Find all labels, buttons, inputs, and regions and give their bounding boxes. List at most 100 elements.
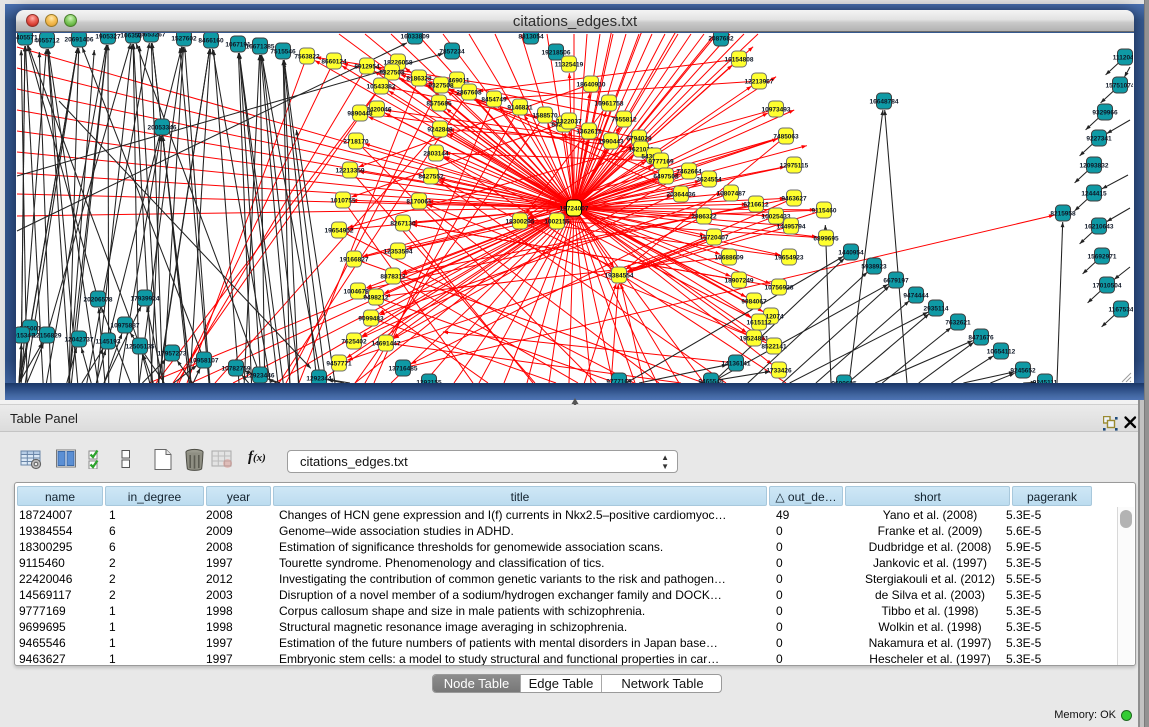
svg-text:10975887: 10975887: [111, 323, 140, 330]
svg-text:2803144: 2803144: [423, 151, 449, 158]
svg-text:7515546: 7515546: [270, 49, 296, 56]
svg-text:14136141: 14136141: [722, 361, 751, 368]
svg-text:15692971: 15692971: [1088, 254, 1117, 261]
svg-text:17957273: 17957273: [158, 351, 187, 358]
svg-text:7485063: 7485063: [773, 134, 799, 141]
svg-text:9227341: 9227341: [1086, 136, 1112, 143]
svg-text:3624554: 3624554: [696, 177, 722, 184]
svg-text:8267130: 8267130: [390, 221, 416, 228]
svg-text:1244415: 1244415: [1081, 191, 1107, 198]
svg-text:2087682: 2087682: [708, 36, 734, 43]
svg-text:12042737: 12042737: [65, 337, 94, 344]
svg-text:20364436: 20364436: [667, 192, 696, 199]
svg-text:8522141: 8522141: [761, 344, 787, 351]
svg-text:19654923: 19654923: [775, 255, 804, 262]
svg-text:9099483: 9099483: [358, 316, 384, 323]
svg-text:16154808: 16154808: [725, 57, 754, 64]
svg-text:1362615: 1362615: [576, 129, 602, 136]
svg-text:7625402: 7625402: [341, 339, 367, 346]
svg-text:1733426: 1733426: [766, 368, 792, 375]
svg-text:10807487: 10807487: [717, 191, 746, 198]
svg-text:1527602: 1527602: [171, 36, 197, 43]
svg-text:1990443: 1990443: [598, 139, 624, 146]
svg-text:14495794: 14495794: [777, 224, 806, 231]
svg-text:1588570: 1588570: [532, 113, 558, 120]
svg-text:6679197: 6679197: [883, 278, 909, 285]
svg-text:5938923: 5938923: [861, 264, 887, 271]
svg-text:2986322: 2986322: [691, 214, 717, 221]
svg-text:19384554: 19384554: [605, 273, 634, 280]
svg-text:1167534: 1167534: [1109, 307, 1133, 314]
svg-text:9329966: 9329966: [1092, 110, 1118, 117]
svg-text:12353594: 12353594: [384, 249, 413, 256]
svg-text:10756928: 10756928: [765, 285, 794, 292]
svg-text:7955812: 7955812: [611, 117, 637, 124]
svg-text:10782759: 10782759: [222, 366, 251, 373]
svg-text:20206578: 20206578: [84, 297, 113, 304]
svg-text:8427552: 8427552: [418, 174, 444, 181]
svg-text:10654112: 10654112: [987, 349, 1016, 356]
svg-text:7632621: 7632621: [945, 320, 971, 327]
svg-text:20053346: 20053346: [148, 125, 177, 132]
svg-text:7462664: 7462664: [676, 169, 702, 176]
svg-text:9115460: 9115460: [812, 208, 837, 215]
svg-text:1002155: 1002155: [544, 219, 570, 226]
svg-text:9463627: 9463627: [781, 196, 807, 203]
svg-text:12213967: 12213967: [745, 79, 774, 86]
svg-text:8471676: 8471676: [968, 335, 994, 342]
svg-text:13716485: 13716485: [389, 366, 418, 373]
svg-text:10973493: 10973493: [762, 107, 791, 114]
svg-text:6216612: 6216612: [743, 202, 769, 209]
svg-text:2935114: 2935114: [924, 306, 949, 313]
svg-text:18300295: 18300295: [506, 219, 535, 226]
svg-text:8170061: 8170061: [406, 199, 432, 206]
svg-text:17939924: 17939924: [131, 296, 160, 303]
svg-text:7563822: 7563822: [294, 54, 320, 61]
svg-text:12923446: 12923446: [246, 373, 275, 380]
svg-text:8878312: 8878312: [380, 274, 406, 281]
svg-text:8813054: 8813054: [518, 34, 544, 41]
svg-text:15751074: 15751074: [1106, 83, 1133, 90]
svg-text:9327508: 9327508: [428, 83, 454, 90]
svg-text:1905327: 1905327: [95, 34, 121, 41]
svg-text:12505135: 12505135: [126, 344, 155, 351]
svg-text:15720407: 15720407: [700, 235, 729, 242]
svg-text:16961758: 16961758: [595, 101, 624, 108]
svg-text:18907249: 18907249: [725, 278, 754, 285]
svg-text:1292344: 1292344: [306, 376, 332, 383]
svg-text:20691406: 20691406: [65, 37, 94, 44]
svg-text:6899695: 6899695: [813, 236, 839, 243]
svg-text:19218506: 19218506: [542, 50, 571, 57]
svg-text:8466160: 8466160: [198, 38, 224, 45]
svg-text:1010755: 1010755: [330, 198, 356, 205]
svg-text:10543382: 10543382: [367, 84, 396, 91]
svg-text:8215958: 8215958: [1050, 211, 1076, 218]
svg-text:2867608: 2867608: [456, 90, 482, 97]
svg-text:18640910: 18640910: [577, 82, 606, 89]
svg-text:7857234: 7857234: [439, 49, 465, 56]
svg-text:16210643: 16210643: [1085, 224, 1114, 231]
svg-text:14691447: 14691447: [372, 341, 401, 348]
svg-text:1112045: 1112045: [1113, 55, 1133, 62]
svg-text:1322037: 1322037: [556, 119, 582, 126]
svg-text:8660124: 8660124: [321, 59, 347, 66]
svg-text:9245652: 9245652: [1010, 368, 1036, 375]
svg-text:12975115: 12975115: [780, 163, 809, 170]
svg-text:4055712: 4055712: [34, 38, 60, 45]
svg-text:9474444: 9474444: [903, 293, 929, 300]
svg-text:6497508: 6497508: [653, 174, 679, 181]
svg-text:9457771: 9457771: [326, 361, 352, 368]
svg-text:19524851: 19524851: [740, 336, 769, 343]
svg-text:8575685: 8575685: [426, 101, 452, 108]
svg-text:16648784: 16648784: [870, 99, 899, 106]
svg-text:9146821: 9146821: [507, 105, 533, 112]
svg-text:10653267: 10653267: [137, 33, 166, 39]
svg-text:10688609: 10688609: [715, 255, 744, 262]
svg-text:1145193: 1145193: [96, 339, 121, 346]
svg-text:12093832: 12093832: [1080, 163, 1109, 170]
svg-text:1615112: 1615112: [747, 320, 772, 327]
svg-text:12156829: 12156829: [33, 333, 62, 340]
svg-text:17010504: 17010504: [1093, 283, 1122, 290]
svg-text:8186328: 8186328: [406, 76, 432, 83]
svg-text:1440954: 1440954: [838, 250, 864, 257]
